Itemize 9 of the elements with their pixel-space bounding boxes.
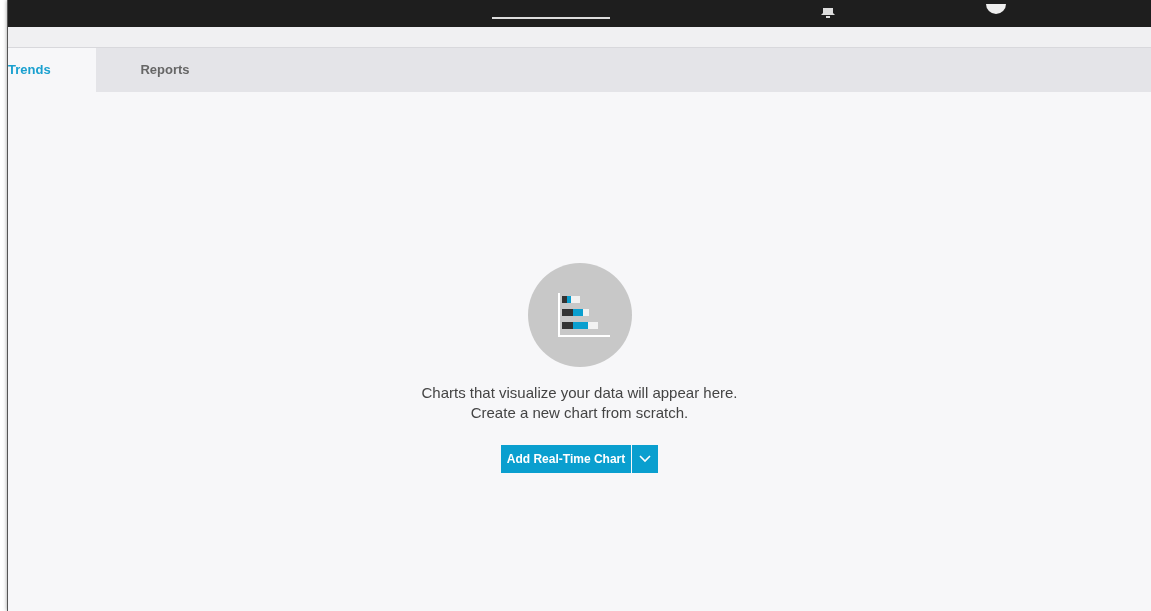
chevron-down-icon <box>639 455 652 463</box>
dropdown-button[interactable] <box>632 445 659 473</box>
add-chart-button[interactable]: Add Real-Time Chart <box>500 445 632 473</box>
tab[interactable]: Reports <box>96 48 234 92</box>
empty-message: Charts that visualize your data will appear here. <box>421 383 738 403</box>
bell-icon <box>820 8 836 18</box>
tab[interactable]: Trends <box>8 48 96 92</box>
avatar-icon <box>985 4 1007 16</box>
empty-hint: Create a new chart from scratch. <box>470 403 689 423</box>
